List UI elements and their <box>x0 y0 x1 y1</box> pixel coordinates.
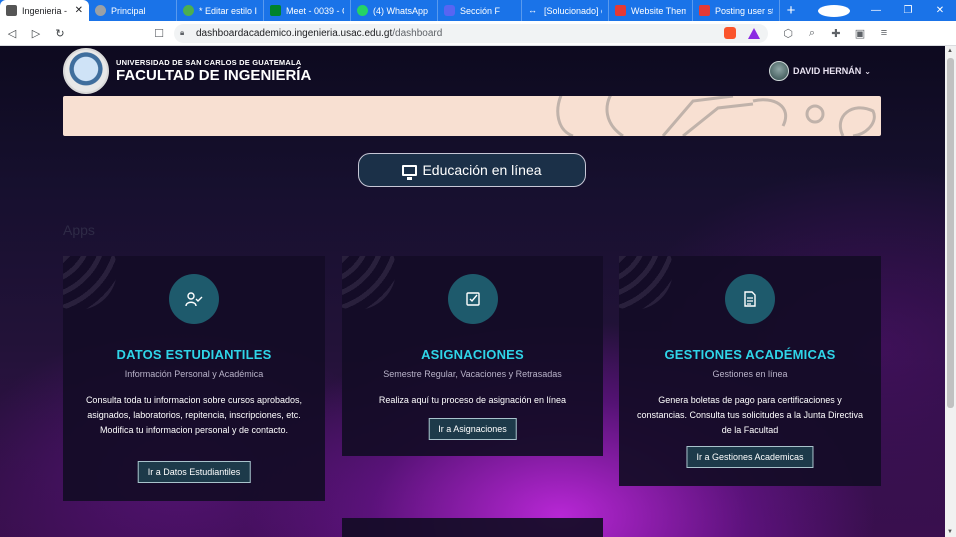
avatar <box>768 61 789 81</box>
header-banner <box>63 96 881 136</box>
app-card-partial <box>342 518 603 537</box>
chevron-down-icon: ⌄ <box>864 66 871 76</box>
scroll-down-icon[interactable]: ▼ <box>947 529 953 535</box>
tab-seccion-f[interactable]: Sección F <box>438 0 522 21</box>
wallet-icon[interactable]: ▣ <box>848 27 872 40</box>
scrollbar-thumb[interactable] <box>947 58 954 408</box>
gestiones-academicas-button[interactable]: Ir a Gestiones Academicas <box>686 446 814 468</box>
university-seal-logo[interactable] <box>63 48 109 94</box>
close-tab-icon[interactable]: ✕ <box>71 5 83 16</box>
apps-section-title: Apps <box>63 222 95 238</box>
banner-illustration <box>556 96 876 136</box>
card-subtitle: Gestiones en línea <box>712 369 788 379</box>
close-window-icon[interactable]: ✕ <box>924 5 956 16</box>
card-description: Consulta toda tu informacion sobre curso… <box>85 395 303 435</box>
page-scrollbar[interactable]: ▲ ▼ <box>945 46 956 537</box>
brave-shield-icon[interactable] <box>724 27 736 39</box>
discord-icon <box>444 5 455 16</box>
card-title: DATOS ESTUDIANTILES <box>116 347 272 362</box>
card-subtitle: Información Personal y Académica <box>124 369 264 379</box>
online-education-button[interactable]: Educación en línea <box>358 153 586 187</box>
tab-title: Website Theme <box>631 5 686 16</box>
favicon-icon <box>6 5 17 16</box>
minimize-icon[interactable]: — <box>860 5 892 16</box>
favicon-icon <box>699 5 710 16</box>
extensions-icon[interactable]: ✚ <box>824 27 848 40</box>
tab-search-icon[interactable]: ▾ <box>818 4 850 17</box>
favicon-icon <box>615 5 626 16</box>
menu-icon[interactable]: ≡ <box>872 27 896 39</box>
tab-website-theme[interactable]: Website Theme <box>609 0 693 21</box>
card-description: Genera boletas de pago para certificacio… <box>636 395 864 435</box>
card-title: ASIGNACIONES <box>421 347 524 362</box>
favicon-icon <box>95 5 106 16</box>
reload-icon[interactable]: ↻ <box>48 27 72 40</box>
window-controls: ▾ — ❐ ✕ <box>808 0 956 21</box>
tab-whatsapp[interactable]: (4) WhatsApp <box>351 0 438 21</box>
tab-solucionado[interactable]: ↔ [Solucionado] c <box>522 0 609 21</box>
asignaciones-button[interactable]: Ir a Asignaciones <box>428 418 517 440</box>
extension-badge-icon[interactable]: ⬡ <box>776 27 800 40</box>
faculty-name: FACULTAD DE INGENIERÍA <box>116 67 312 85</box>
datos-estudiantiles-button[interactable]: Ir a Datos Estudiantiles <box>137 461 251 483</box>
online-education-label: Educación en línea <box>422 162 542 178</box>
zoom-icon[interactable]: ⌕ <box>800 27 824 40</box>
brand: UNIVERSIDAD DE SAN CARLOS DE GUATEMALA F… <box>116 59 311 84</box>
brave-rewards-icon[interactable] <box>748 27 760 39</box>
document-icon <box>725 274 775 324</box>
tab-title: * Editar estilo In <box>199 5 257 16</box>
lock-icon: 🔒︎ <box>180 28 185 37</box>
url-path: /dashboard <box>392 27 443 39</box>
favicon-icon: ↔ <box>528 5 537 15</box>
site-header: UNIVERSIDAD DE SAN CARLOS DE GUATEMALA F… <box>63 46 881 96</box>
tab-meet[interactable]: Meet - 0039 - C <box>264 0 351 21</box>
monitor-icon <box>402 164 418 180</box>
tab-title: Ingenieria - <box>22 5 68 16</box>
checkbox-icon <box>447 274 498 324</box>
tab-ingenieria[interactable]: Ingenieria - ✕ <box>0 0 89 21</box>
user-name: DAVID HERNÁN <box>792 66 862 76</box>
decorative-rings <box>342 256 396 310</box>
decorative-rings <box>63 256 117 310</box>
back-icon[interactable]: ◁ <box>0 27 24 40</box>
scroll-up-icon[interactable]: ▲ <box>947 48 953 54</box>
card-subtitle: Semestre Regular, Vacaciones y Retrasada… <box>383 369 562 379</box>
card-description: Realiza aquí tu proceso de asignación en… <box>378 395 567 405</box>
tab-title: Meet - 0039 - C <box>286 5 344 16</box>
tab-title: (4) WhatsApp <box>373 5 429 16</box>
bookmark-icon[interactable]: ☐ <box>148 27 170 40</box>
app-card-datos-estudiantiles: DATOS ESTUDIANTILES Información Personal… <box>63 256 325 501</box>
address-bar[interactable]: 🔒︎ dashboardacademico.ingenieria.usac.ed… <box>174 23 768 43</box>
page-content: UNIVERSIDAD DE SAN CARLOS DE GUATEMALA F… <box>0 46 945 537</box>
browser-tab-strip: Ingenieria - ✕ Principal * Editar estilo… <box>0 0 956 21</box>
tab-principal[interactable]: Principal <box>89 0 177 21</box>
university-name: UNIVERSIDAD DE SAN CARLOS DE GUATEMALA <box>116 57 302 67</box>
tab-title: Sección F <box>460 5 501 16</box>
url-host: dashboardacademico.ingenieria.usac.edu.g… <box>196 27 393 39</box>
app-card-asignaciones: ASIGNACIONES Semestre Regular, Vacacione… <box>342 256 603 456</box>
tab-posting-user-style[interactable]: Posting user sty <box>693 0 780 21</box>
tab-title: [Solucionado] c <box>544 5 602 16</box>
user-check-icon <box>169 274 219 324</box>
restore-icon[interactable]: ❐ <box>892 5 924 16</box>
favicon-icon <box>183 5 194 16</box>
forward-icon[interactable]: ▷ <box>24 27 48 40</box>
tab-title: Posting user sty <box>715 5 773 16</box>
tab-title: Principal <box>111 5 146 16</box>
decorative-rings <box>619 256 673 310</box>
app-card-gestiones-academicas: GESTIONES ACADÉMICAS Gestiones en línea … <box>619 256 881 486</box>
whatsapp-icon <box>357 5 368 16</box>
new-tab-button[interactable]: + <box>780 0 802 21</box>
tab-editar-estilo[interactable]: * Editar estilo In <box>177 0 264 21</box>
browser-toolbar: ◁ ▷ ↻ ☐ 🔒︎ dashboardacademico.ingenieria… <box>0 21 956 46</box>
favicon-icon <box>270 5 281 16</box>
card-title: GESTIONES ACADÉMICAS <box>664 347 836 362</box>
user-menu[interactable]: DAVID HERNÁN ⌄ <box>768 61 871 81</box>
